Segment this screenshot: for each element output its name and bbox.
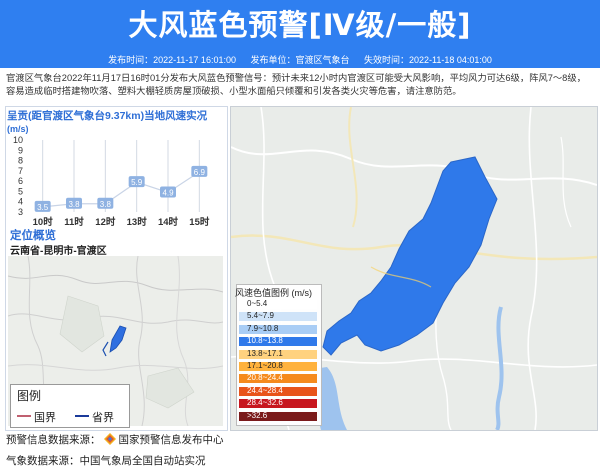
location-heading: 定位概览 (10, 230, 56, 242)
chart-unit: (m/s) (7, 124, 29, 134)
x-tick-label: 13时 (127, 216, 148, 228)
warning-source-name[interactable]: 国家预警信息发布中心 (119, 434, 224, 446)
legend-row: 10.8~13.8 (237, 336, 321, 347)
y-tick-label: 6 (18, 176, 23, 186)
x-tick-label: 15时 (189, 216, 210, 228)
legend-row: >32.6 (237, 411, 321, 422)
data-label: 3.5 (37, 203, 49, 212)
meta-row: 发布时间：2022-11-17 16:01:00 发布单位：官渡区气象台 失效时… (0, 52, 600, 68)
warning-source-line: 预警信息数据来源： 国家预警信息发布中心 (6, 432, 224, 447)
overview-legend-title: 图例 (17, 389, 42, 403)
x-tick-label: 14时 (158, 216, 179, 228)
national-border-label: 国界 (34, 412, 56, 424)
y-tick-label: 8 (18, 156, 23, 166)
warning-description: 官渡区气象台2022年11月17日16时01分发布大风蓝色预警信号：预计未来12… (6, 73, 586, 96)
chart-title: 呈贡(距官渡区气象台9.37km)当地风速实况 (7, 110, 208, 122)
location-region: 云南省-昆明市-官渡区 (10, 246, 107, 257)
legend-row: 13.8~17.1 (237, 349, 321, 360)
legend-row: 0~5.4 (237, 299, 321, 310)
expire-time: 失效时间：2022-11-18 04:01:00 (364, 55, 492, 65)
legend-label: 13.8~17.1 (247, 348, 283, 358)
legend-row: 5.4~7.9 (237, 311, 321, 322)
wind-color-legend: 风速色值图例 (m/s) 0~5.4 5.4~7.9 7.9~10.8 10.8~13… (235, 284, 322, 426)
data-label: 6.9 (194, 168, 206, 177)
page-title: 大风蓝色预警[Ⅳ级/一般] (128, 8, 472, 42)
issuer: 发布单位：官渡区气象台 (250, 55, 350, 65)
y-tick-label: 3 (18, 207, 23, 217)
y-tick-label: 5 (18, 186, 23, 196)
national-warning-logo-icon (103, 433, 116, 445)
legend-row: 28.4~32.6 (237, 398, 321, 409)
y-tick-label: 7 (18, 166, 23, 176)
data-label: 5.9 (131, 178, 143, 187)
y-tick-label: 4 (18, 197, 23, 207)
legend-label: 17.1~20.8 (247, 361, 283, 370)
x-tick-label: 12时 (95, 216, 116, 228)
legend-label: 5.4~7.9 (247, 311, 274, 321)
legend-label: 28.4~32.6 (247, 398, 283, 408)
provincial-border-label: 省界 (92, 412, 114, 424)
warning-source-label: 预警信息数据来源： (6, 434, 101, 446)
legend-label: 20.8~24.4 (247, 373, 283, 383)
wind-speed-chart: 34567891010时 11时 12时 13时 14时 15时3.5 3.8 3.85.94… (13, 135, 210, 228)
legend-label: 7.9~10.8 (247, 323, 279, 333)
legend-row: 24.4~28.4 (237, 386, 321, 397)
data-label: 4.9 (162, 188, 174, 197)
legend-label: 10.8~13.8 (247, 336, 283, 346)
data-label: 3.8 (100, 200, 112, 209)
national-border-swatch (17, 415, 31, 417)
provincial-border-swatch (75, 415, 89, 417)
legend-label: 24.4~28.4 (247, 385, 283, 395)
legend-row: 7.9~10.8 (237, 324, 321, 335)
data-label: 3.8 (68, 200, 80, 209)
legend-title: 风速色值图例 (m/s) (235, 288, 312, 298)
legend-label: 0~5.4 (247, 299, 268, 308)
overview-legend: 图例 国界 省界 (10, 384, 130, 428)
x-tick-label: 11时 (64, 216, 84, 228)
weather-source-line: 气象数据来源：中国气象局全国自动站实况 (6, 455, 206, 467)
y-tick-label: 9 (18, 145, 23, 155)
y-tick-label: 10 (13, 135, 23, 145)
legend-label: >32.6 (247, 410, 268, 420)
legend-row: 20.8~24.4 (237, 373, 321, 384)
published-time: 发布时间：2022-11-17 16:01:00 (108, 55, 236, 65)
legend-row: 17.1~20.8 (237, 361, 321, 372)
